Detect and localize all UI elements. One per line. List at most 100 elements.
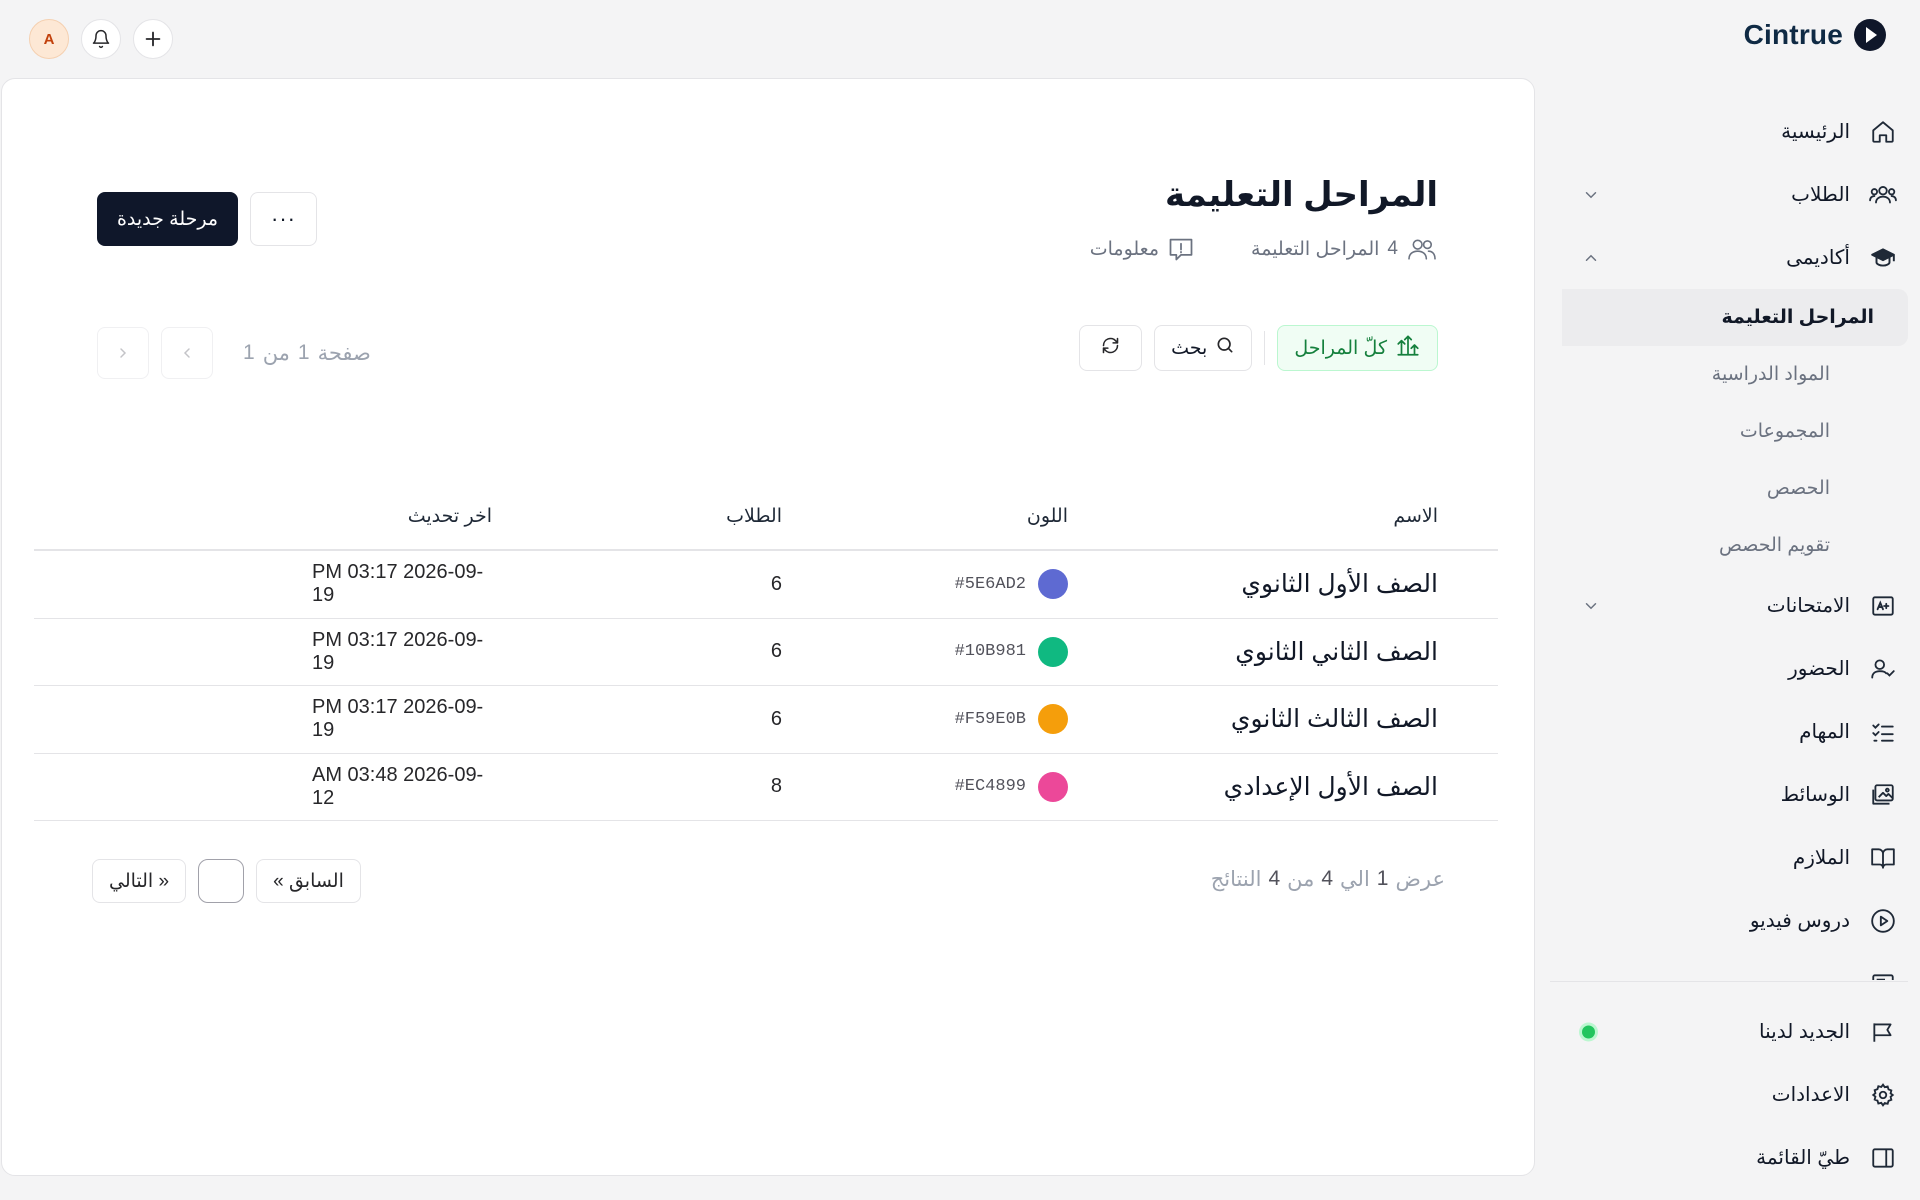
add-button[interactable] (133, 19, 173, 59)
range-from: 1 (1376, 867, 1389, 890)
sidebar-bottom: الجديد لدينا الاعدادات طيّ القائمة (1562, 1000, 1908, 1189)
sidebar-item-exams[interactable]: الامتحانات (1562, 574, 1908, 637)
table-header: الاسم اللون الطلاب اخر تحديث (34, 484, 1498, 551)
color-swatch (1038, 569, 1068, 600)
of-word: من (1287, 868, 1315, 891)
info-message-icon (1167, 235, 1195, 263)
table-row[interactable]: الصف الأول الإعدادي #EC4899 8 AM 03:48 2… (34, 754, 1498, 821)
sidebar-subitem-subjects[interactable]: المواد الدراسية (1562, 346, 1896, 403)
topbar-actions: A (29, 19, 173, 59)
previous-button[interactable]: « السابق (256, 859, 361, 903)
color-hex: #F59E0B (954, 709, 1026, 729)
sidebar-item-label: الامتحانات (1766, 595, 1850, 617)
color-swatch (1038, 636, 1068, 667)
color-cell: #EC4899 (782, 771, 1068, 802)
sidebar-item-media[interactable]: الوسائط (1562, 763, 1908, 826)
search-icon (1215, 335, 1235, 361)
current-page: 1 (297, 340, 310, 364)
current-page-button[interactable] (198, 859, 245, 903)
sidebar-subitem-sessions[interactable]: الحصص (1562, 460, 1896, 517)
gear-icon (1868, 1080, 1898, 1110)
sidebar-subitem-stages[interactable]: المراحل التعليمة (1562, 289, 1908, 346)
home-icon (1868, 117, 1898, 147)
color-hex: #EC4899 (954, 777, 1026, 797)
sidebar-item-academic[interactable]: أكاديمى (1562, 226, 1908, 289)
sidebar-subitem-calendar[interactable]: تقويم الحصص (1562, 517, 1896, 574)
search-button[interactable]: بحث (1154, 325, 1253, 371)
stages-count-value: 4 (1387, 238, 1398, 259)
color-swatch (1038, 771, 1068, 802)
page-meta: 4 المراحل التعليمة معلومات (1090, 235, 1438, 263)
sidebar-item-label: طيّ القائمة (1756, 1147, 1850, 1169)
column-header-name[interactable]: الاسم (1068, 505, 1498, 528)
info-label: معلومات (1089, 238, 1160, 260)
color-cell: #10B981 (782, 636, 1068, 667)
new-stage-button[interactable]: مرحلة جديدة (97, 192, 238, 246)
attendance-icon (1868, 654, 1898, 684)
sidebar-collapse-icon (1868, 1143, 1898, 1173)
refresh-button[interactable] (1079, 325, 1143, 371)
sidebar-subitem-groups[interactable]: المجموعات (1562, 403, 1896, 460)
results-word: النتائج (1210, 868, 1262, 891)
filter-all-label: كلّ المراحل (1294, 337, 1387, 359)
avatar[interactable]: A (29, 19, 69, 59)
updated-at: PM 03:17 2026-09-19 (312, 561, 492, 607)
chevron-left-icon (183, 348, 190, 358)
brand-logo[interactable]: Cintrue (1744, 18, 1887, 52)
stage-name[interactable]: الصف الثالث الثانوي (1068, 704, 1498, 734)
column-header-students[interactable]: الطلاب (492, 505, 782, 528)
sidebar-item-booklets[interactable]: الملازم (1562, 826, 1908, 889)
stage-name[interactable]: الصف الثاني الثانوي (1068, 637, 1498, 667)
page-title: المراحل التعليمة (1165, 176, 1438, 214)
table-row[interactable]: الصف الأول الثانوي #5E6AD2 6 PM 03:17 20… (34, 551, 1498, 619)
next-button[interactable]: التالي » (92, 859, 187, 903)
filter-all-stages[interactable]: كلّ المراحل (1277, 325, 1438, 371)
sidebar-item-label: الطلاب (1791, 184, 1850, 206)
sidebar-item-home[interactable]: الرئيسية (1562, 100, 1908, 163)
column-header-updated[interactable]: اخر تحديث (312, 505, 492, 528)
chevron-right-icon (120, 348, 127, 358)
next-page-button[interactable] (97, 327, 149, 379)
chevron-up-icon[interactable] (1582, 249, 1600, 267)
more-options-button[interactable]: ··· (250, 192, 317, 246)
updated-at-value: PM 03:17 2026-09-19 (312, 628, 484, 674)
chevron-down-icon[interactable] (1582, 186, 1600, 204)
students-count: 6 (770, 572, 782, 595)
sidebar-item-students[interactable]: الطلاب (1562, 163, 1908, 226)
play-icon (1868, 906, 1898, 936)
updated-at: PM 03:17 2026-09-19 (312, 629, 492, 675)
exam-icon (1868, 591, 1898, 621)
sidebar-item-settings[interactable]: الاعدادات (1562, 1063, 1908, 1126)
info-link[interactable]: معلومات (1090, 235, 1195, 263)
showing-word: عرض (1395, 868, 1445, 891)
sidebar-item-tasks[interactable]: المهام (1562, 700, 1908, 763)
stage-name[interactable]: الصف الأول الثانوي (1068, 569, 1498, 599)
updated-at-value: PM 03:17 2026-09-19 (312, 561, 484, 607)
megaphone-icon (1868, 1017, 1898, 1047)
sidebar-item-collapse[interactable]: طيّ القائمة (1562, 1126, 1908, 1189)
chevron-down-icon[interactable] (1582, 597, 1600, 615)
sidebar-item-attendance[interactable]: الحضور (1562, 637, 1908, 700)
students-count: 6 (770, 640, 782, 663)
table-row[interactable]: الصف الثاني الثانوي #10B981 6 PM 03:17 2… (34, 619, 1498, 686)
table-toolbar: كلّ المراحل بحث (1079, 325, 1438, 371)
page-word: صفحة (317, 341, 371, 365)
sidebar-item-partial[interactable] (1562, 952, 1908, 980)
stage-name[interactable]: الصف الأول الإعدادي (1068, 772, 1498, 802)
avatar-initial: A (43, 30, 55, 48)
sidebar-item-video-lessons[interactable]: دروس فيديو (1562, 889, 1908, 952)
sidebar-item-label: الملازم (1792, 847, 1850, 869)
color-hex: #5E6AD2 (954, 574, 1026, 594)
sidebar-item-whats-new[interactable]: الجديد لدينا (1562, 1000, 1908, 1063)
prev-page-button[interactable] (161, 327, 213, 379)
column-header-color[interactable]: اللون (782, 505, 1068, 528)
bottom-pagination: التالي » « السابق (92, 859, 361, 903)
plus-icon (145, 31, 161, 47)
media-icon (1868, 780, 1898, 810)
status-dot (1582, 1025, 1595, 1038)
table-row[interactable]: الصف الثالث الثانوي #F59E0B 6 PM 03:17 2… (34, 686, 1498, 754)
students-count: 8 (770, 775, 782, 798)
bell-icon (92, 29, 110, 49)
notifications-button[interactable] (81, 19, 121, 59)
header-actions: مرحلة جديدة ··· (97, 192, 317, 246)
